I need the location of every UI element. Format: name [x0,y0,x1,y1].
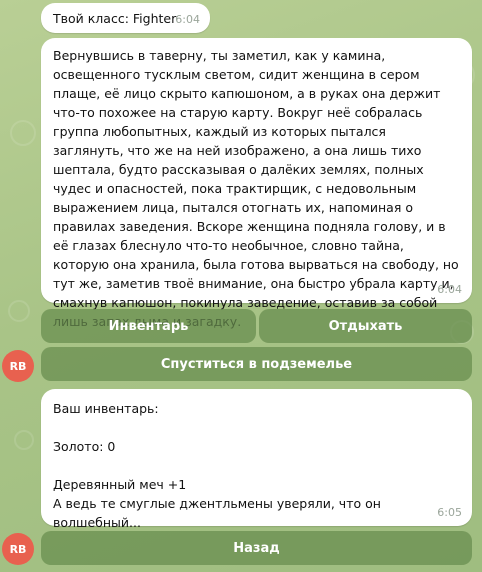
inventory-button[interactable]: Инвентарь [41,309,256,343]
avatar-initials: RB [9,542,27,556]
back-button-label: Назад [233,540,280,556]
background-doodle [8,300,30,322]
dungeon-button-label: Спуститься в подземелье [160,356,353,372]
inventory-item: Деревянный меч +1 [53,477,187,492]
inventory-title: Ваш инвентарь: [53,401,159,416]
inventory-gold: Золото: 0 [53,439,116,454]
avatar-initials: RB [9,359,27,373]
message-text: Вернувшись в таверну, ты заметил, как у … [53,48,459,329]
message-text: Твой класс: Fighter [53,11,177,26]
background-doodle [14,430,34,450]
avatar[interactable]: RB [2,350,34,382]
inventory-note: А ведь те смуглые джентльмены уверяли, ч… [53,496,381,530]
background-doodle [10,120,36,146]
message-bubble-story: Вернувшись в таверну, ты заметил, как у … [41,38,472,329]
avatar[interactable]: RB [2,533,34,565]
message-bubble-class: Твой класс: Fighter 6:04 [41,3,210,33]
message-time: 6:04 [437,283,462,296]
back-button[interactable]: Назад [41,531,472,565]
message-bubble-inventory: Ваш инвентарь: Золото: 0 Деревянный меч … [41,389,472,530]
inventory-button-label: Инвентарь [108,318,189,334]
dungeon-button[interactable]: Спуститься в подземелье [41,347,472,381]
message-time: 6:04 [175,13,200,26]
rest-button-label: Отдыхать [328,318,403,334]
rest-button[interactable]: Отдыхать [259,309,472,343]
message-time: 6:05 [437,506,462,519]
